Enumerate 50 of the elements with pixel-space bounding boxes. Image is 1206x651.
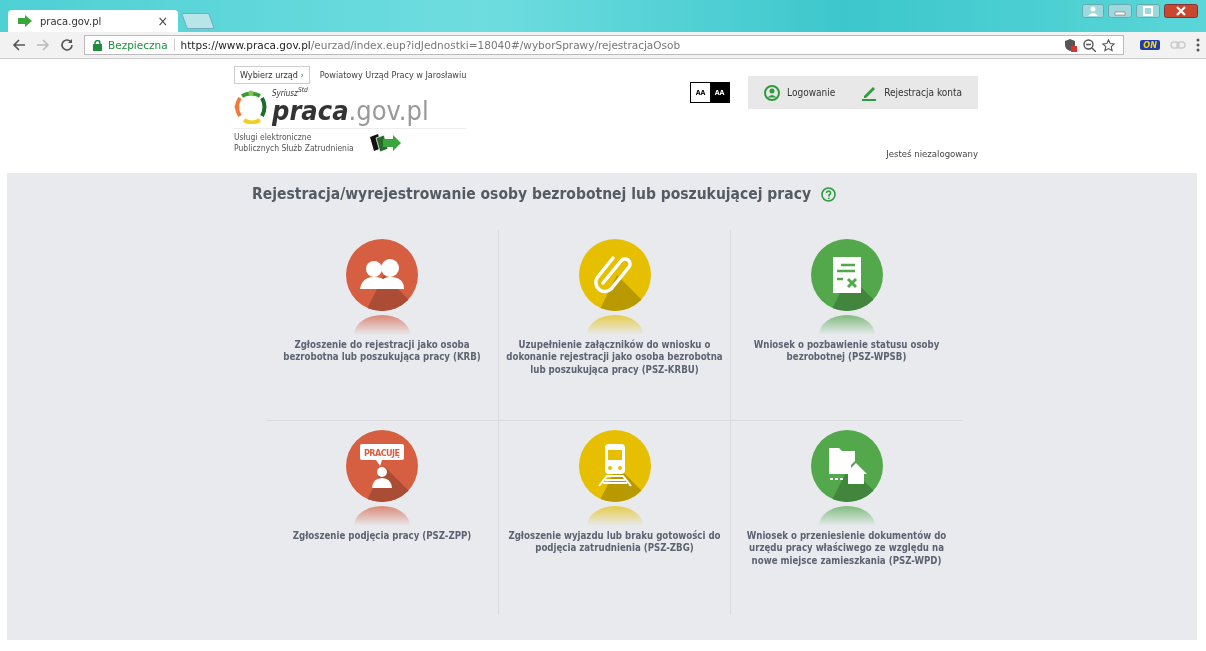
url-text: https://www.praca.gov.pl/eurzad/index.eup?idJednostki=18040#/wyborSprawy/rejestracjaOsob [180,39,681,51]
register-button[interactable]: Rejestracja konta [861,84,962,101]
tab-title: praca.gov.pl [40,15,103,27]
minimize-icon[interactable] [1108,4,1132,18]
icon-reflection [586,506,643,526]
site-logo[interactable]: Syriusz$^{Std}$ praca.gov.pl [234,86,467,124]
service-tile[interactable]: Wniosek o pozbawienie statusu osoby bezrobotnej (PSZ-WPSB) [730,230,962,420]
user-icon [764,84,781,101]
service-tile[interactable]: Zgłoszenie do rejestracji jako osoba bezrobotna lub poszukująca pracy (KRB) [266,230,498,420]
pencil-icon [861,84,878,101]
arrow-icon [18,15,32,27]
secure-label: Bezpieczna [108,39,168,51]
tile-label: Zgłoszenie do rejestracji jako osoba bezrobotna lub poszukująca pracy (KRB) [282,339,482,364]
extension-badge[interactable]: ON [1140,40,1160,50]
icon-reflection [586,315,643,335]
zoom-out-icon[interactable] [1083,38,1097,52]
restore-icon[interactable] [1136,4,1160,18]
icon-label: PRACUJĘ [364,448,400,458]
help-icon[interactable] [821,186,836,202]
menu-icon[interactable] [1196,38,1200,52]
icon-reflection [818,506,875,526]
login-button[interactable]: Logowanie [764,84,836,101]
tile-label: Zgłoszenie wyjazdu lub braku gotowości do podjęcia zatrudnienia (PSZ-ZBG) [507,530,722,555]
services-caption: Usługi elektroniczne Publicznych Służb Zatrudnienia [234,132,354,155]
service-tile[interactable]: Uzupełnienie załączników do wniosku o dokonanie rejestracji jako osoba bezrobotna lub poszukująca pracy (PSZ-KRBU) [498,230,730,420]
tile-label: Zgłoszenie podjęcia pracy (PSZ-ZPP) [291,530,473,543]
icon-reflection [818,315,875,335]
close-icon[interactable] [1164,4,1198,18]
reload-icon[interactable] [60,38,74,52]
back-icon[interactable] [12,38,26,52]
tile-label: Uzupełnienie załączników do wniosku o dokonanie rejestracji jako osoba bezrobotna lub poszukująca pracy (PSZ-KRBU) [505,339,724,377]
browser-tab[interactable]: praca.gov.pl × [8,10,178,32]
user-icon[interactable] [1082,4,1104,18]
service-tile[interactable]: Zgłoszenie wyjazdu lub braku gotowości do podjęcia zatrudnienia (PSZ-ZBG) [498,420,730,615]
shield-icon[interactable] [1065,38,1078,52]
tile-label: Wniosek o przeniesienie dokumentów do urzędu pracy właściwego ze względu na nowe miejsce zamieszkania (PSZ-WPD) [745,530,948,568]
icon-reflection [354,315,410,335]
star-icon[interactable] [1102,38,1116,52]
office-name: Powiatowy Urząd Pracy w Jarosławiu [319,70,467,80]
lock-icon [93,39,102,51]
select-office-button[interactable]: Wybierz urząd › [234,66,310,84]
service-tile[interactable]: Wniosek o przeniesienie dokumentów do urzędu pracy właściwego ze względu na nowe miejsce zamieszkania (PSZ-WPD) [730,420,962,615]
address-field[interactable]: Bezpieczna https://www.praca.gov.pl/eurzad/index.eup?idJednostki=18040#/wyborSprawy/rejestracjaOsob [84,35,1125,55]
icon-reflection [354,506,410,526]
cards-icon [367,133,402,154]
close-icon[interactable]: × [157,13,168,29]
tile-label: Wniosek o pozbawienie statusu osoby bezrobotnej (PSZ-WPSB) [752,339,941,364]
login-status: Jesteś niezalogowany [886,148,978,159]
service-tile[interactable]: PRACUJĘ Zgłoszenie podjęcia pracy (PSZ-ZPP) [266,420,498,615]
page-title: Rejestracja/wyrejestrowanie osoby bezrobotnej lub poszukującej pracy [252,185,811,203]
